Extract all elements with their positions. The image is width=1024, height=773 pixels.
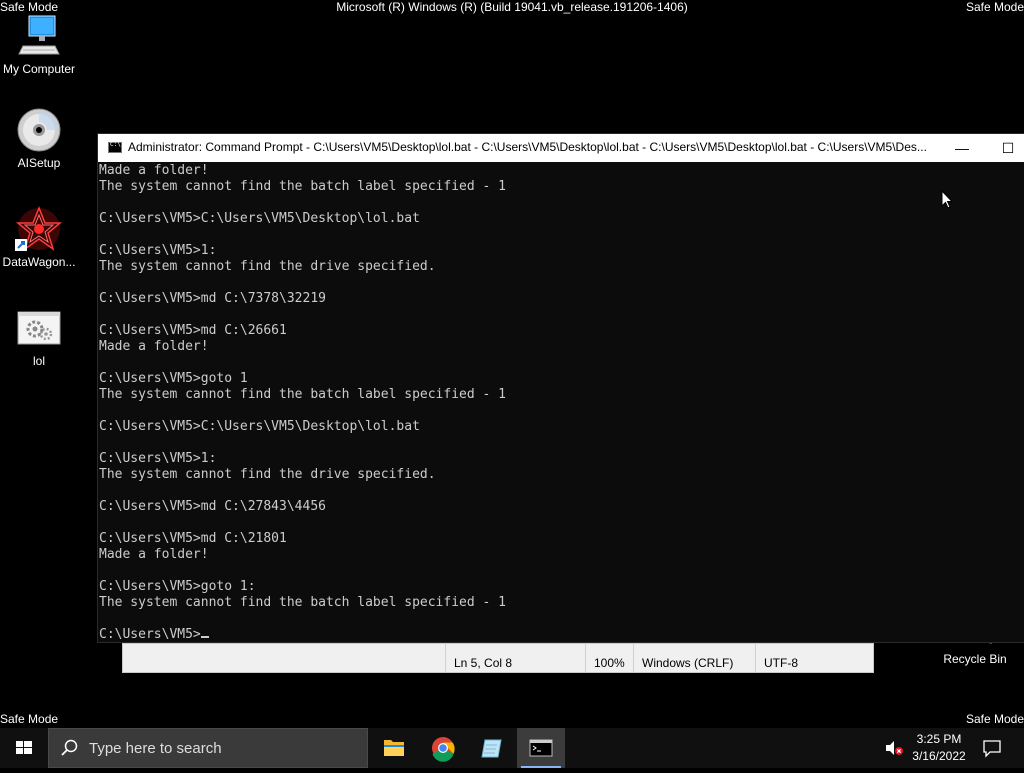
datawagon-icon — [15, 205, 63, 253]
desktop-icon-label: AISetup — [17, 156, 61, 170]
terminal-icon — [529, 739, 553, 757]
minimize-button[interactable]: — — [939, 134, 985, 162]
taskbar-file-explorer[interactable] — [370, 728, 418, 768]
notepad-status-bar: Ln 5, Col 8 100% Windows (CRLF) UTF-8 — [122, 643, 874, 673]
taskbar-chrome[interactable] — [419, 728, 467, 768]
text-cursor — [200, 636, 209, 638]
maximize-button[interactable]: ☐ — [985, 134, 1024, 162]
command-prompt-window[interactable]: Administrator: Command Prompt - C:\Users… — [97, 133, 1024, 643]
volume-muted-icon[interactable] — [884, 739, 904, 757]
notepad-line-ending: Windows (CRLF) — [633, 644, 755, 672]
taskbar-command-prompt[interactable] — [517, 728, 565, 768]
safe-mode-label-bottom-right: Safe Mode — [965, 712, 1024, 726]
notepad-icon — [481, 739, 502, 758]
desktop-icon-label: lol — [32, 354, 45, 368]
taskbar-notepad[interactable] — [468, 728, 516, 768]
desktop-icon-datawagon[interactable]: DataWagon... — [0, 205, 78, 269]
cmd-icon — [108, 141, 122, 153]
chrome-icon — [432, 737, 455, 762]
action-center-icon[interactable] — [982, 738, 1002, 758]
desktop-icon-label: Recycle Bin — [943, 652, 1007, 666]
taskbar-clock[interactable]: 3:25 PM 3/16/2022 — [906, 731, 972, 765]
safe-mode-label-bottom-left: Safe Mode — [0, 712, 59, 726]
desktop-icon-label: My Computer — [2, 62, 76, 76]
search-icon — [61, 739, 78, 756]
notepad-status-spacer — [123, 644, 445, 672]
start-button[interactable] — [0, 728, 48, 768]
desktop-icon-lol[interactable]: lol — [0, 304, 78, 368]
windows-logo-icon — [16, 741, 32, 754]
batch-file-icon — [15, 304, 63, 352]
desktop-icon-my-computer[interactable]: My Computer — [0, 12, 78, 76]
search-placeholder: Type here to search — [89, 740, 222, 757]
cd-disc-icon — [15, 106, 63, 154]
folder-icon — [384, 740, 404, 756]
clock-time: 3:25 PM — [916, 732, 962, 746]
desktop-icon-aisetup[interactable]: AISetup — [0, 106, 78, 170]
notepad-zoom: 100% — [585, 644, 633, 672]
cmd-console-output[interactable]: Made a folder! The system cannot find th… — [99, 163, 1019, 642]
taskbar: Type here to search 3:25 PM 3/16/2022 — [0, 728, 1024, 768]
cmd-titlebar[interactable]: Administrator: Command Prompt - C:\Users… — [98, 134, 1024, 162]
taskbar-search-box[interactable]: Type here to search — [48, 728, 368, 768]
mouse-pointer-icon — [941, 190, 953, 209]
console-text: Made a folder! The system cannot find th… — [99, 163, 506, 642]
clock-date: 3/16/2022 — [912, 749, 966, 763]
build-info: Microsoft (R) Windows (R) (Build 19041.v… — [336, 0, 688, 14]
computer-icon — [15, 12, 63, 60]
notepad-encoding: UTF-8 — [755, 644, 875, 672]
notepad-cursor-position: Ln 5, Col 8 — [445, 644, 585, 672]
cmd-title: Administrator: Command Prompt - C:\Users… — [128, 140, 927, 154]
desktop-icon-label: DataWagon... — [2, 255, 76, 269]
safe-mode-label-top-right: Safe Mode — [965, 0, 1024, 14]
